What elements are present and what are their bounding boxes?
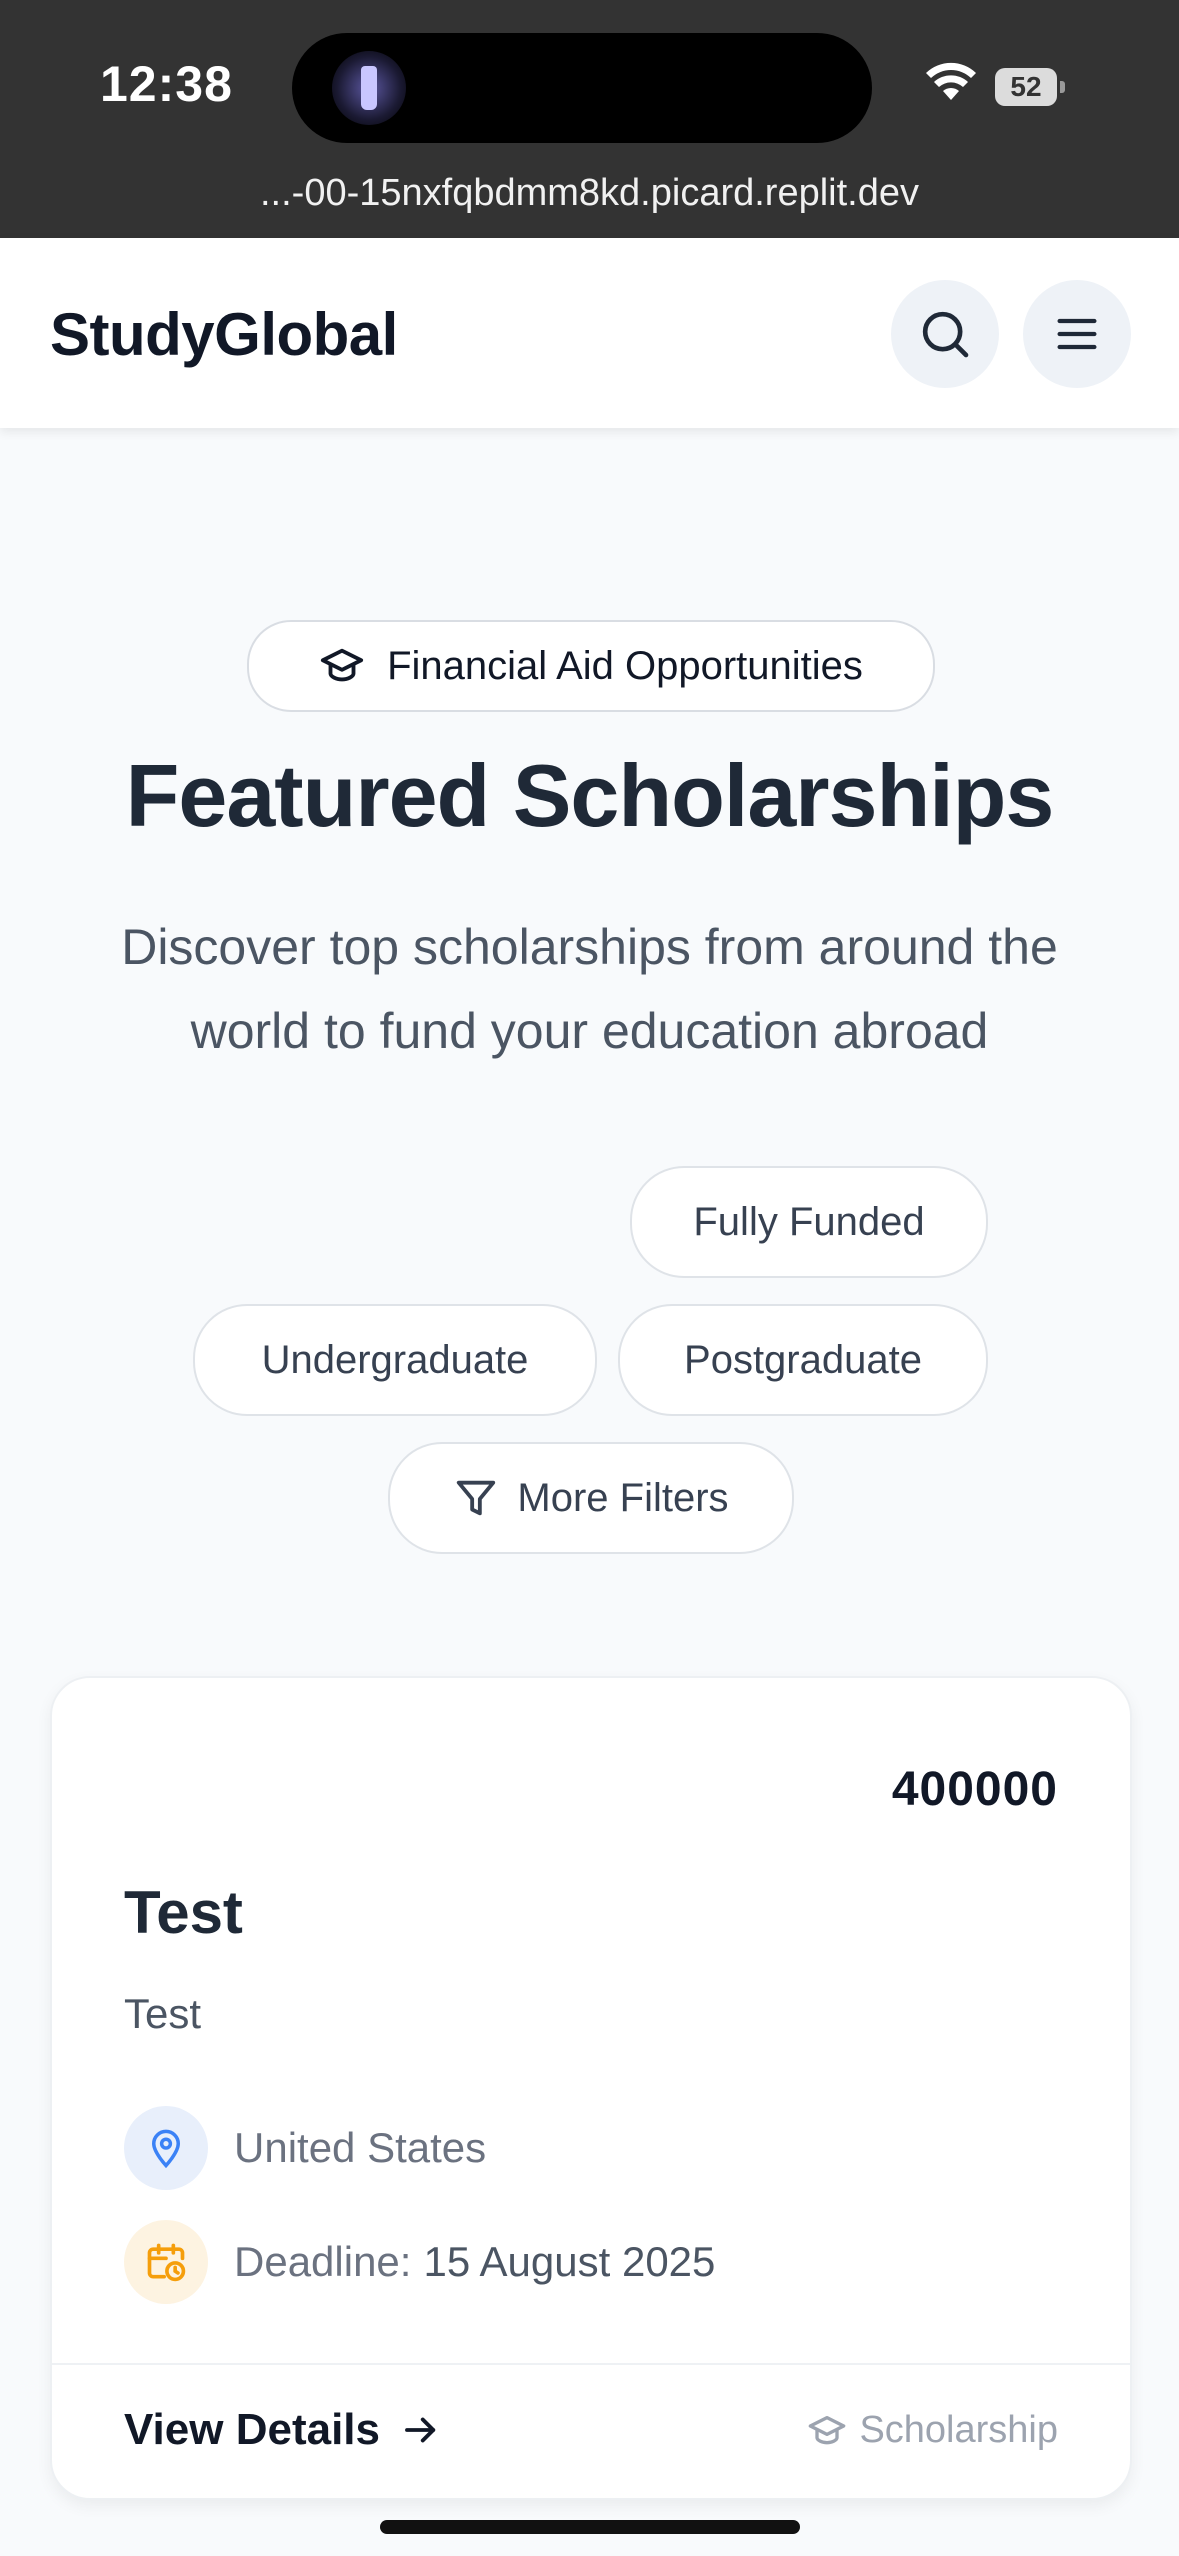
page-subtitle: Discover top scholarships from around th… (121, 919, 1058, 1059)
graduation-cap-icon (809, 2415, 846, 2444)
more-filters-label: More Filters (517, 1475, 729, 1520)
deadline-icon-badge (124, 2220, 208, 2304)
calendar-clock-icon (147, 2243, 186, 2282)
arrow-right-icon (405, 2417, 436, 2443)
location-text: United States (234, 2124, 487, 2171)
view-details-label: View Details (124, 2405, 380, 2454)
browser-url[interactable]: ...-00-15nxfqbdmm8kd.picard.replit.dev (0, 172, 1179, 215)
battery-indicator: 52 (995, 68, 1065, 106)
deadline-label: Deadline: (234, 2238, 412, 2285)
location-icon-badge (124, 2106, 208, 2190)
home-indicator[interactable] (380, 2520, 800, 2534)
status-time: 12:38 (100, 56, 233, 112)
wifi-icon (926, 62, 976, 100)
graduation-cap-icon (320, 648, 364, 682)
hamburger-menu-icon (1057, 318, 1097, 350)
scholarship-deadline: Deadline: 15 August 2025 (124, 2220, 715, 2304)
badge-label: Financial Aid Opportunities (387, 643, 863, 688)
filter-chip-fully-funded[interactable]: Fully Funded (630, 1166, 988, 1278)
app-header: StudyGlobal (0, 238, 1179, 428)
card-footer: View Details Scholarship (52, 2363, 1130, 2498)
search-icon (922, 311, 969, 358)
filter-chip-undergraduate[interactable]: Undergraduate (193, 1304, 597, 1416)
filter-chip-hidden (238, 1166, 582, 1278)
status-bar: 12:38 52 ...-00-15nxfqbdmm8kd.picard.rep… (0, 0, 1179, 238)
scholarship-card[interactable]: 400000 Test Test United States Deadline:… (50, 1676, 1132, 2500)
search-button[interactable] (891, 280, 999, 388)
scholarship-type-tag: Scholarship (807, 2409, 1058, 2452)
scholarship-title: Test (124, 1879, 243, 1946)
more-filters-button[interactable]: More Filters (388, 1442, 794, 1554)
scholarship-description: Test (124, 1990, 202, 2037)
scholarship-amount: 400000 (891, 1763, 1058, 1816)
filter-chip-postgraduate[interactable]: Postgraduate (618, 1304, 988, 1416)
dynamic-island (292, 33, 872, 143)
menu-button[interactable] (1023, 280, 1131, 388)
scholarship-location: United States (124, 2106, 486, 2190)
view-details-link[interactable]: View Details (124, 2405, 442, 2455)
page-title: Featured Scholarships (125, 746, 1055, 845)
tag-label: Scholarship (859, 2409, 1058, 2451)
filter-funnel-icon (457, 1480, 496, 1516)
deadline-date: 15 August 2025 (423, 2238, 716, 2285)
financial-aid-badge: Financial Aid Opportunities (247, 620, 935, 712)
brand-logo[interactable]: StudyGlobal (50, 300, 398, 369)
flashlight-icon (332, 51, 406, 125)
map-pin-icon (151, 2129, 181, 2169)
